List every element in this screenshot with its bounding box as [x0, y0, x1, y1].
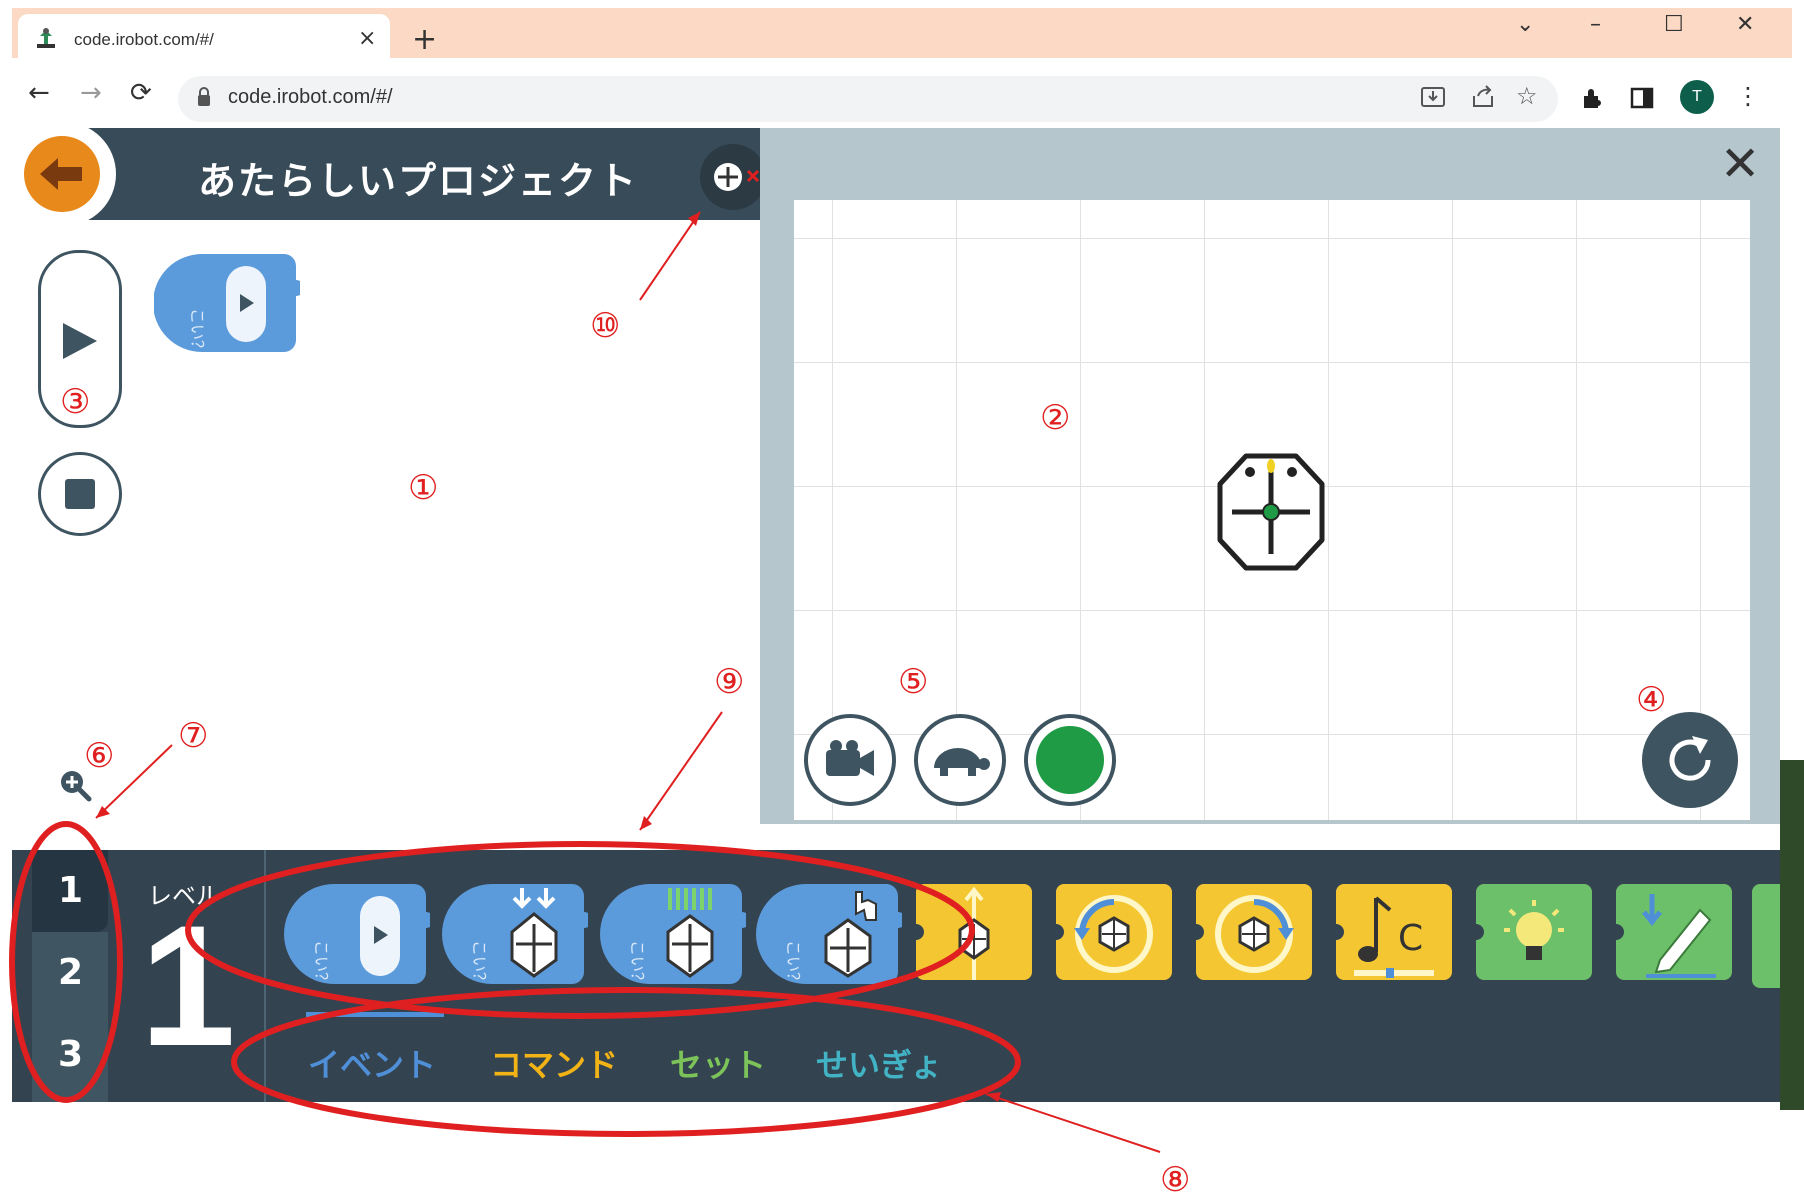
annotation-10: ⑩ — [590, 306, 621, 346]
annotation-7: ⑦ — [178, 716, 209, 756]
annotation-overlay — [9, 211, 1161, 1153]
annotation-ellipse-categories — [231, 987, 1021, 1137]
annotation-5: ⑤ — [898, 662, 929, 702]
annotation-4: ④ — [1636, 680, 1667, 720]
annotation-8: ⑧ — [1160, 1160, 1191, 1200]
annotation-3: ③ — [60, 382, 91, 422]
annotation-2: ② — [1040, 398, 1071, 438]
annotation-6: ⑥ — [84, 736, 115, 776]
annotation-ellipse-levels — [9, 821, 123, 1103]
annotation-9: ⑨ — [714, 662, 745, 702]
annotation-1: ① — [408, 468, 439, 508]
